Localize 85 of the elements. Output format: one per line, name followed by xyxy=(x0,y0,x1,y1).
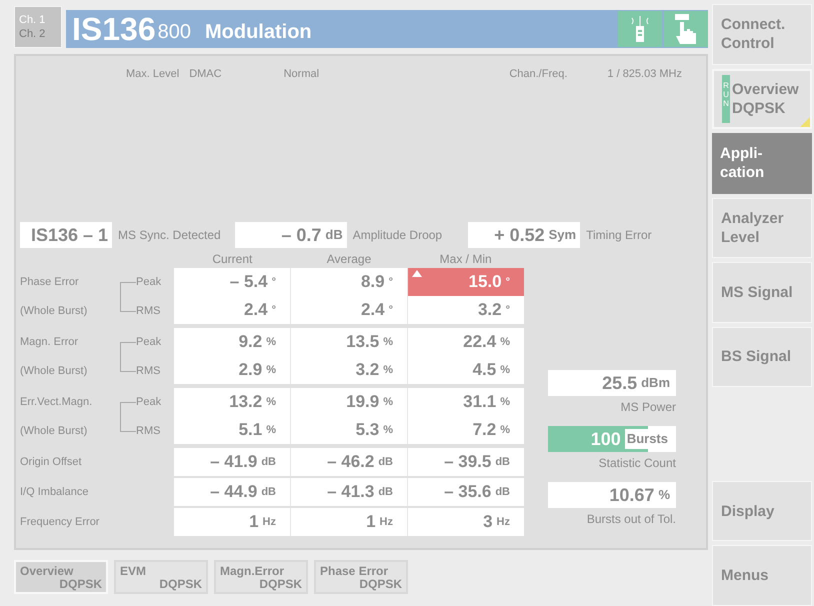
alarm-triangle-icon xyxy=(412,270,422,277)
value-cell: 3.2 % xyxy=(291,356,408,384)
info-value: DMAC xyxy=(189,66,222,82)
row-type-label: Peak xyxy=(136,395,162,410)
bracket-line xyxy=(120,282,136,312)
unit-label: Sym xyxy=(548,226,576,244)
softkey[interactable]: Menus xyxy=(712,545,812,606)
value-cell: 1 Hz xyxy=(174,508,291,536)
value-cell: 5.3 % xyxy=(291,416,408,444)
softkey[interactable]: Connect. Control xyxy=(712,4,812,65)
reading-value: – 0.7 xyxy=(281,224,322,246)
value-cell: 2.4 ° xyxy=(291,296,408,324)
bracket-line xyxy=(120,402,136,432)
row-type-label: RMS xyxy=(136,304,162,320)
column-header: Current xyxy=(211,251,254,268)
value-cell: 1 Hz xyxy=(291,508,408,536)
info-value: 1 / 825.03 MHz xyxy=(607,66,682,82)
row-type-label: RMS xyxy=(136,424,162,440)
value-cell-text: 3.2 ° xyxy=(476,299,511,322)
tab[interactable]: EVM DQPSK xyxy=(114,560,208,594)
row-label: I/Q Imbalance xyxy=(20,484,88,500)
info-label: Chan./Freq. xyxy=(509,66,568,82)
row-label: Magn. Error xyxy=(20,335,80,350)
row-label: (Whole Burst) xyxy=(20,364,88,380)
value-cell-text: 3 Hz xyxy=(482,511,511,534)
run-indicator: RUN xyxy=(722,74,730,124)
value-cell: 15.0 ° xyxy=(408,268,524,296)
reading-value: 25.5 xyxy=(602,372,638,394)
corner-marker-icon xyxy=(800,117,810,128)
softkey[interactable]: Analyzer Level xyxy=(712,198,812,258)
column-header: Max / Min xyxy=(438,251,493,268)
reading-value: + 0.52 xyxy=(494,224,545,246)
reading-label: MS Sync. Detected xyxy=(118,227,221,244)
reading-label: Amplitude Droop xyxy=(352,227,442,244)
value-cell: – 41.9 dB xyxy=(174,448,291,476)
row-label: Origin Offset xyxy=(20,454,82,470)
row-type-label: RMS xyxy=(136,364,162,380)
softkey[interactable]: MS Signal xyxy=(712,262,812,323)
info-label: Max. Level xyxy=(126,66,180,82)
value-cell-text: 4.5 % xyxy=(472,359,511,382)
standard-title: IS136 xyxy=(72,13,156,45)
value-cell: – 44.9 dB xyxy=(174,478,291,506)
value-cell: 2.9 % xyxy=(174,356,291,384)
hand-pointer-icon xyxy=(664,11,708,47)
value-cell: – 41.3 dB xyxy=(291,478,408,506)
unit-label: dBm xyxy=(641,374,670,392)
value-cell: 5.1 % xyxy=(174,416,291,444)
row-label: (Whole Burst) xyxy=(20,304,88,320)
value-cell: 2.4 ° xyxy=(174,296,291,324)
reading-value: 100 xyxy=(590,428,621,450)
channel-button[interactable]: Ch. 1 xyxy=(19,13,57,27)
info-value: Normal xyxy=(284,66,320,82)
row-label: Phase Error xyxy=(20,275,80,290)
tab[interactable]: Overview DQPSK xyxy=(14,560,108,594)
reading-label: Bursts out of Tol. xyxy=(586,511,676,528)
value-cell-text: – 39.5 dB xyxy=(443,451,511,474)
reading-value: IS136 – 1 xyxy=(30,224,108,246)
row-label: Err.Vect.Magn. xyxy=(20,395,94,410)
value-cell-text: – 35.6 dB xyxy=(443,481,511,504)
channel-button[interactable]: Ch. 2 xyxy=(19,27,57,41)
value-cell-text: 7.2 % xyxy=(472,419,511,442)
value-cell-text: 22.4 % xyxy=(462,331,511,354)
row-type-label: Peak xyxy=(136,335,162,350)
reading-value: 10.67 xyxy=(609,484,654,506)
reading-label: Timing Error xyxy=(586,227,652,244)
softkey[interactable]: BS Signal xyxy=(712,326,812,388)
unit-label: % xyxy=(658,486,670,504)
reading-label: Statistic Count xyxy=(598,455,676,472)
tab[interactable]: Magn.Error DQPSK xyxy=(214,560,308,594)
phone-status-icon xyxy=(618,11,662,47)
value-cell: – 46.2 dB xyxy=(291,448,408,476)
softkey[interactable]: Display xyxy=(712,480,812,542)
value-cell-text: 31.1 % xyxy=(462,391,511,414)
unit-label: Bursts xyxy=(624,429,670,449)
row-label: Frequency Error xyxy=(20,514,100,530)
row-type-label: Peak xyxy=(136,275,162,290)
column-header: Average xyxy=(326,251,372,268)
softkey[interactable]: Appli- cation xyxy=(712,133,812,194)
bracket-line xyxy=(120,342,136,372)
mode-title: Modulation xyxy=(205,20,312,45)
row-label: (Whole Burst) xyxy=(20,424,88,440)
unit-label: dB xyxy=(325,226,343,244)
reading-label: MS Power xyxy=(620,399,676,416)
band-label: 800 xyxy=(158,20,191,45)
tab[interactable]: Phase Error DQPSK xyxy=(314,560,408,594)
